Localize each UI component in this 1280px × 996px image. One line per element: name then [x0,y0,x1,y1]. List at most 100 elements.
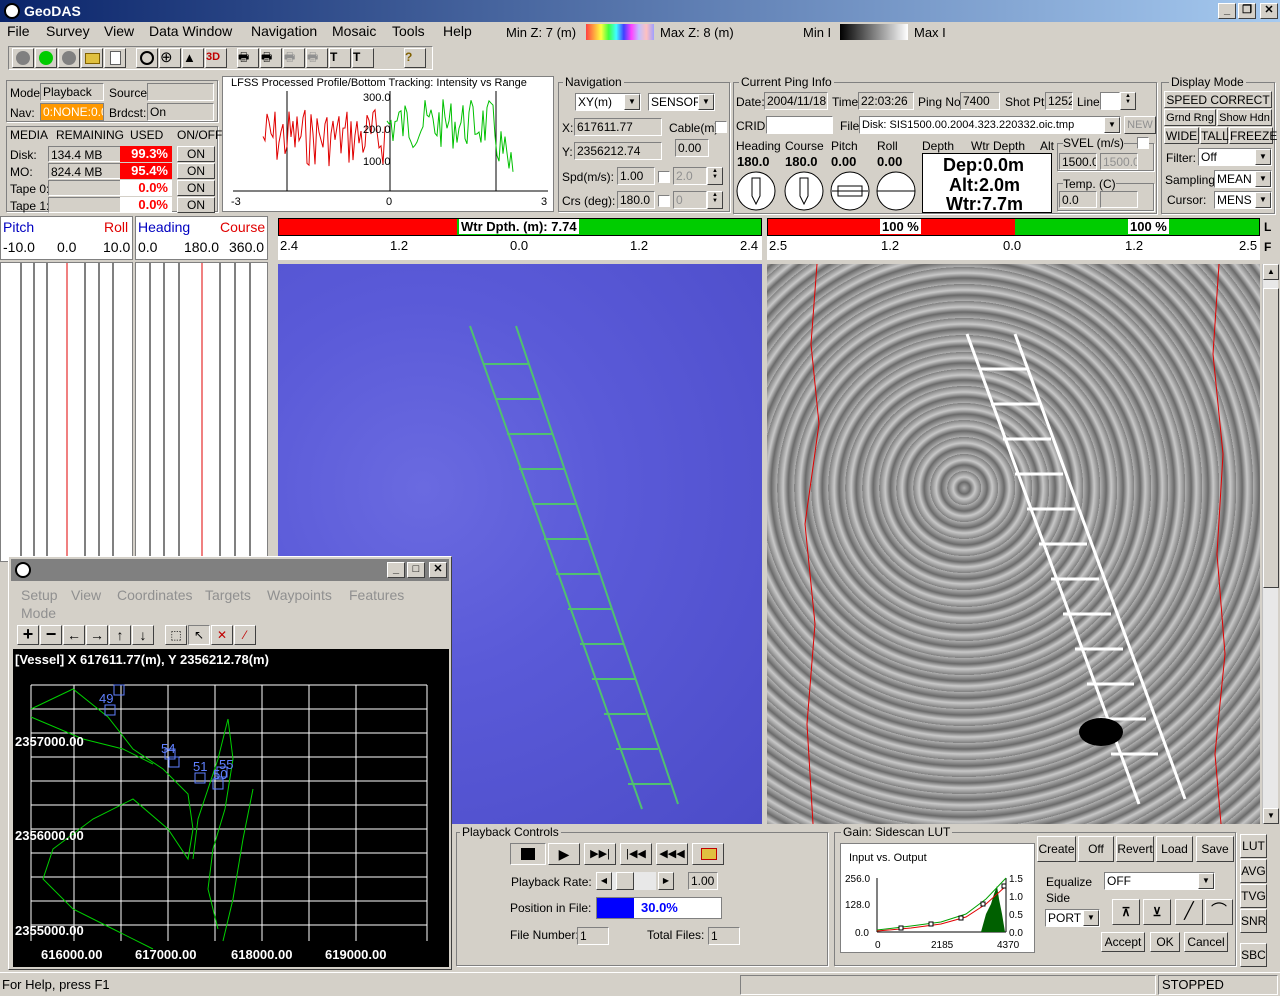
lut-off-button[interactable]: Off [1078,836,1114,862]
nav-menu-item[interactable]: Mode [21,605,56,621]
save-button[interactable]: Save [1196,836,1234,862]
grey-circle-icon[interactable] [12,48,34,68]
maximize-button[interactable]: ❐ [1238,3,1256,19]
zoom-in-icon[interactable]: + [17,625,39,645]
freeze-button[interactable]: FREEZE [1229,127,1277,144]
nav-menu-item[interactable]: Features [349,587,404,603]
spd-spinner[interactable]: ▲ ▼ [707,167,723,185]
sidescan-image[interactable] [767,264,1260,824]
3d-view-icon[interactable]: 3D [205,48,227,68]
text-box-icon[interactable]: T [329,48,351,68]
nav-menu-item[interactable]: View [71,587,101,603]
grnd-rng-button[interactable]: Grnd Rng [1164,109,1216,126]
nav-menu-item[interactable]: Coordinates [117,587,193,603]
create-button[interactable]: Create [1037,836,1076,862]
target-51[interactable]: 51 [193,759,207,774]
crs-checkbox[interactable] [658,195,670,207]
zoom-out-icon[interactable]: − [40,625,62,645]
line-field[interactable] [1100,92,1120,110]
minimize-button[interactable]: _ [1218,3,1236,19]
menu-navigation[interactable]: Navigation [251,23,317,39]
record-green-icon[interactable] [35,48,57,68]
crs-spinner[interactable]: ▲ ▼ [707,191,723,209]
svel-checkbox[interactable] [1137,137,1149,149]
new-button[interactable]: NEW [1124,116,1156,134]
revert-button[interactable]: Revert [1116,836,1154,862]
media-row-toggle[interactable]: ON [177,146,215,162]
print-disabled-icon[interactable]: 🖶 [283,48,305,68]
nav-menu-item[interactable]: Targets [205,587,251,603]
menu-data-window[interactable]: Data Window [149,23,232,39]
nav-minimize-button[interactable]: _ [387,562,405,578]
help-icon[interactable]: ? [404,48,426,68]
cursor-select[interactable]: MENS ▼ [1214,191,1272,209]
ok-button[interactable]: OK [1150,932,1180,952]
menu-view[interactable]: View [104,23,134,39]
sensor-select[interactable]: SENSOR ▼ [648,93,715,111]
side-select[interactable]: PORT ▼ [1045,909,1100,927]
print-setup-icon[interactable]: 🖶 [306,48,328,68]
menu-mosaic[interactable]: Mosaic [332,23,376,39]
load-button[interactable]: Load [1156,836,1193,862]
raise-end-icon[interactable]: ⊻ [1143,899,1171,925]
linear-curve-icon[interactable]: ╱ [1175,899,1203,925]
document-icon[interactable] [104,48,126,68]
line-spinner[interactable]: ▲ ▼ [1120,92,1136,110]
rate-decrease-button[interactable]: ◀ [596,872,612,890]
target-49[interactable]: 49 [99,691,113,706]
media-row-toggle[interactable]: ON [177,163,215,179]
nav-maximize-button[interactable]: □ [407,562,425,578]
snr-tab-button[interactable]: SNR [1240,909,1267,933]
delete-target-icon[interactable]: ✕ [211,625,233,645]
rewind-start-icon[interactable]: |◀◀ [620,843,652,865]
stop-grey-icon[interactable] [58,48,80,68]
pan-up-icon[interactable]: ↑ [109,625,131,645]
filter-select[interactable]: Off ▼ [1198,148,1272,166]
sidescan-scrollbar[interactable]: ▲ ▼ [1262,264,1279,824]
svel-alt-value[interactable]: 1500.0 [1100,153,1138,170]
log-curve-icon[interactable]: ⌒ [1205,899,1233,925]
stop-icon[interactable] [510,843,546,865]
sbc-tab-button[interactable]: SBC [1240,943,1267,967]
target-54[interactable]: 54 [161,741,175,756]
pointer-icon[interactable]: ↖ [188,625,210,645]
text-box-alt-icon[interactable]: T [352,48,374,68]
file-select[interactable]: Disk: SIS1500.00.2004.323.220332.oic.tmp… [859,116,1121,134]
fast-forward-icon[interactable]: ▶▶| [584,843,616,865]
media-row-toggle[interactable]: ON [177,180,215,196]
menu-tools[interactable]: Tools [392,23,425,39]
fast-rewind-icon[interactable]: ◀◀◀ [656,843,688,865]
globe-icon[interactable] [136,48,158,68]
nav-close-button[interactable]: ✕ [429,562,447,578]
rate-slider-thumb[interactable] [616,872,634,890]
menu-survey[interactable]: Survey [46,23,90,39]
close-button[interactable]: ✕ [1260,3,1278,19]
temp-alt-value[interactable] [1100,191,1138,208]
open-file-icon[interactable] [692,843,724,865]
cable-checkbox[interactable] [715,121,727,133]
lut-tab-button[interactable]: LUT [1240,834,1267,858]
select-box-icon[interactable]: ⬚ [165,625,187,645]
avg-tab-button[interactable]: AVG [1240,859,1267,883]
sampling-select[interactable]: MEAN ▼ [1214,170,1272,188]
tall-button[interactable]: TALL [1200,127,1229,144]
lut-chart[interactable]: Input vs. Output 256.0 128.0 0.0 0 2185 … [840,843,1035,953]
rate-increase-button[interactable]: ▶ [658,872,674,890]
play-icon[interactable]: ▶ [548,843,580,865]
nav-map[interactable]: [Vessel] X 617611.77(m), Y 2356212.78(m) [13,649,449,967]
track-line-icon[interactable]: ⁄ [234,625,256,645]
accept-button[interactable]: Accept [1101,932,1145,952]
cancel-button[interactable]: Cancel [1184,932,1228,952]
nav-menu-item[interactable]: Waypoints [267,587,332,603]
pan-right-icon[interactable]: → [86,625,108,645]
tvg-tab-button[interactable]: TVG [1240,884,1267,908]
coord-mode-select[interactable]: XY(m) ▼ [575,93,641,111]
media-row-toggle[interactable]: ON [177,197,215,213]
target-50[interactable]: 50 [213,767,227,782]
menu-file[interactable]: File [7,23,30,39]
profile-chart-icon[interactable]: ▲ [182,48,204,68]
menu-help[interactable]: Help [443,23,472,39]
pan-down-icon[interactable]: ↓ [132,625,154,645]
crid-input[interactable] [766,116,833,134]
raise-start-icon[interactable]: ⊼ [1112,899,1140,925]
